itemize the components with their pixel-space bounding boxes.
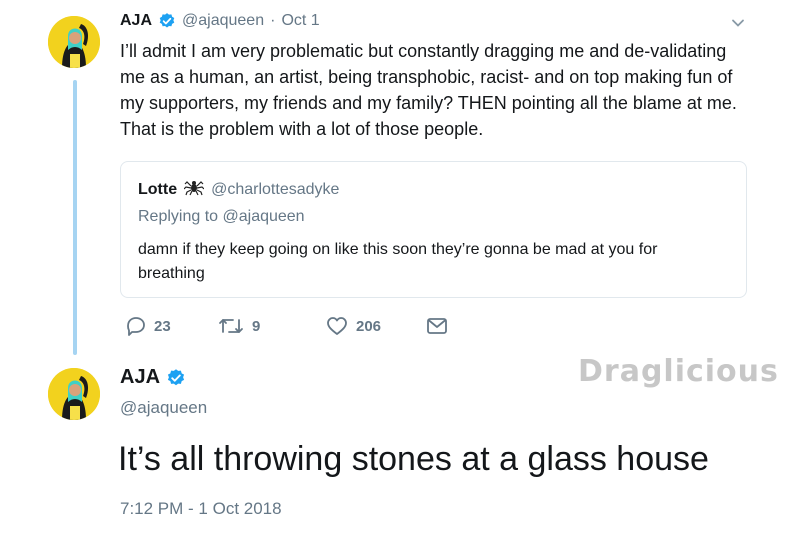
verified-badge-icon: [158, 12, 176, 30]
reply-icon: [127, 317, 145, 336]
avatar[interactable]: [48, 16, 100, 68]
replying-to-label: Replying to @ajaqueen: [138, 208, 305, 225]
separator-dot: ·: [270, 12, 276, 29]
tweet-text-line: me as a human, an artist, being transpho…: [120, 67, 733, 87]
retweet-count: 9: [252, 317, 261, 335]
retweet-icon: [219, 319, 243, 333]
retweet-button[interactable]: 9: [218, 316, 326, 336]
display-name[interactable]: AJA: [120, 366, 160, 389]
direct-message-button[interactable]: [426, 317, 448, 335]
spider-icon: [183, 177, 205, 202]
verified-badge-icon: [166, 368, 186, 388]
main-tweet-text: It’s all throwing stones at a glass hous…: [118, 440, 709, 478]
tweet-text-line: I’ll admit I am very problematic but con…: [120, 41, 727, 61]
tweet-header: AJA @ajaqueen · Oct 1: [120, 12, 320, 30]
user-handle[interactable]: @ajaqueen: [120, 398, 207, 418]
envelope-icon: [427, 318, 447, 334]
tweet-text-line: That is the problem with a lot of those …: [120, 119, 484, 139]
heart-icon: [327, 317, 347, 335]
quoted-tweet-card[interactable]: Lotte @charlottesadyke Replying to @ajaq…: [120, 161, 747, 298]
quoted-tweet-text: damn if they keep going on like this soo…: [138, 238, 657, 286]
quoted-display-name: Lotte: [138, 180, 178, 198]
thread-connector-line: [73, 80, 77, 355]
quoted-user-handle: @charlottesadyke: [211, 180, 340, 198]
quoted-tweet-header: Lotte @charlottesadyke: [138, 177, 339, 202]
quoted-text-line: breathing: [138, 265, 205, 282]
reply-count: 23: [154, 317, 171, 335]
like-count: 206: [356, 317, 382, 335]
user-handle[interactable]: @ajaqueen: [182, 12, 264, 30]
avatar-image: [48, 16, 100, 68]
reply-button[interactable]: 23: [124, 316, 218, 336]
avatar-image: [48, 368, 100, 420]
display-name[interactable]: AJA: [120, 12, 152, 30]
avatar[interactable]: [48, 368, 100, 420]
tweet-timestamp[interactable]: 7:12 PM - 1 Oct 2018: [120, 499, 282, 519]
main-tweet-header: AJA: [120, 366, 186, 389]
tweet-date[interactable]: Oct 1: [281, 12, 319, 30]
tweet-text-line: my supporters, my friends and my family?…: [120, 93, 737, 113]
chevron-down-icon[interactable]: [731, 16, 745, 35]
tweet-text: I’ll admit I am very problematic but con…: [120, 38, 780, 142]
quoted-text-line: damn if they keep going on like this soo…: [138, 241, 658, 258]
watermark-logo: Draglicious: [578, 354, 779, 389]
like-button[interactable]: 206: [326, 316, 426, 336]
tweet-actions: 23 9 206: [124, 316, 448, 336]
